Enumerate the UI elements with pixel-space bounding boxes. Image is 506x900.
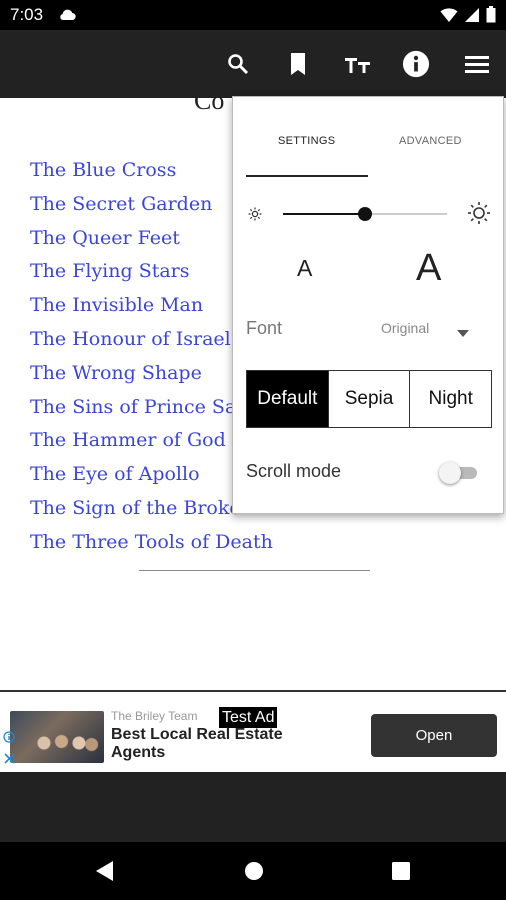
cell-signal-icon [464, 7, 480, 28]
active-tab-indicator [246, 175, 368, 177]
theme-sepia-button[interactable]: Sepia [327, 371, 410, 427]
bottom-bar [0, 772, 506, 842]
brightness-high-icon [467, 201, 491, 230]
home-icon[interactable] [241, 858, 267, 884]
wifi-icon [440, 7, 458, 28]
ad-close-icon[interactable] [3, 751, 15, 769]
info-icon[interactable] [402, 50, 430, 78]
brightness-slider-thumb[interactable] [358, 207, 372, 221]
recents-icon[interactable] [388, 858, 414, 884]
ad-advertiser: The Briley Team [111, 709, 198, 723]
status-time: 7:03 [10, 5, 44, 24]
status-icons [440, 6, 496, 28]
toc-link[interactable]: The Three Tools of Death [30, 528, 273, 562]
status-bar: 7:03 [0, 0, 506, 30]
theme-selector: Default Sepia Night [246, 370, 492, 428]
test-ad-badge: Test Ad [219, 707, 278, 728]
theme-night-button[interactable]: Night [409, 371, 492, 427]
search-icon[interactable] [224, 50, 252, 78]
theme-default-button[interactable]: Default [247, 371, 328, 427]
ad-banner[interactable]: The Briley Team Test Ad Best Local Real … [0, 706, 506, 768]
decrease-font-button[interactable]: A [297, 255, 312, 282]
reader-settings-panel: SETTINGS ADVANCED A A Font Original Defa… [232, 96, 504, 514]
font-label: Font [246, 318, 283, 338]
brightness-low-icon [247, 206, 263, 227]
tab-settings[interactable]: SETTINGS [278, 135, 335, 147]
battery-icon [486, 6, 496, 28]
font-size-icon[interactable] [344, 50, 372, 78]
scroll-mode-toggle[interactable] [439, 462, 477, 484]
contents-title: Co [194, 98, 225, 115]
scroll-mode-label: Scroll mode [246, 461, 342, 481]
tab-advanced[interactable]: ADVANCED [399, 135, 462, 147]
ad-headline[interactable]: Best Local Real Estate Agents [111, 726, 301, 762]
increase-font-button[interactable]: A [416, 247, 441, 290]
reader-toolbar [0, 30, 506, 98]
ad-choices[interactable] [0, 730, 18, 769]
back-icon[interactable] [92, 858, 118, 884]
ad-image[interactable] [10, 711, 104, 763]
brightness-slider-fill [283, 213, 365, 215]
cloud-icon [58, 8, 76, 26]
dropdown-arrow-icon[interactable] [457, 325, 469, 343]
toggle-thumb [439, 462, 461, 484]
menu-icon[interactable] [463, 50, 491, 78]
ad-info-icon[interactable] [3, 730, 15, 748]
ad-open-button[interactable]: Open [371, 714, 497, 757]
divider [139, 570, 370, 571]
app-screen: 7:03 Co The Blue Cross The Secret Garden… [0, 0, 506, 900]
ad-image-people [30, 731, 100, 761]
bookmark-icon[interactable] [284, 50, 312, 78]
navigation-bar [0, 842, 506, 900]
ad-divider [0, 690, 506, 692]
brightness-row [247, 202, 491, 227]
